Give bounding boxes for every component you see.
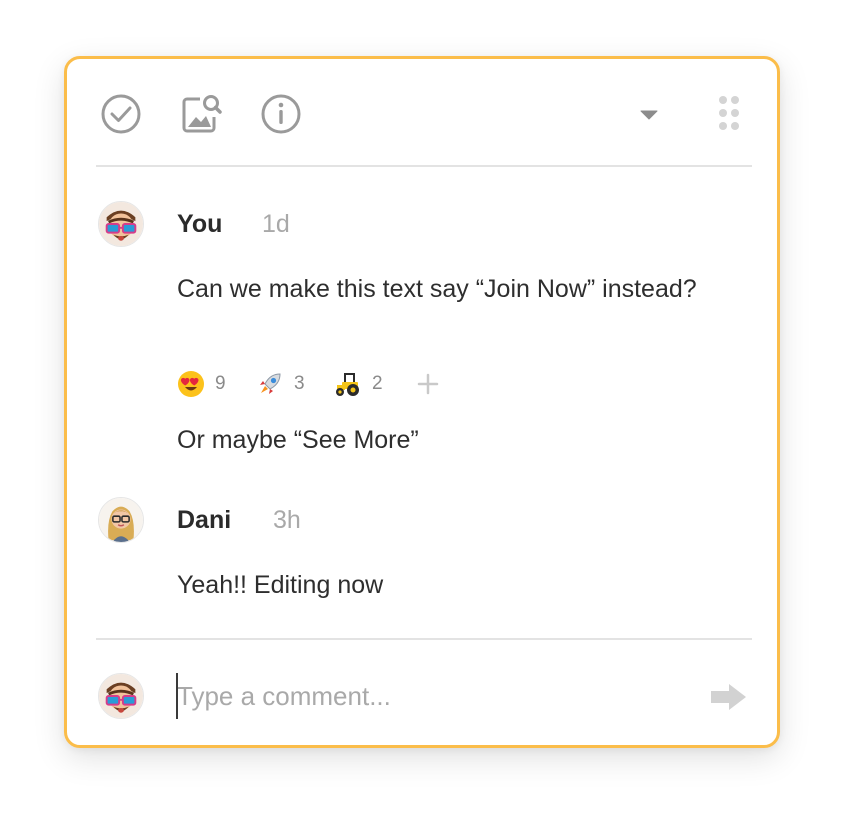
heart-eyes-emoji [178,371,204,397]
rocket-emoji [260,373,281,394]
comment-message: Can we make this text say “Join Now” ins… [177,275,697,303]
info-icon[interactable] [258,91,304,137]
comment-message: Or maybe “See More” [177,426,419,454]
comment-message: Yeah!! Editing now [177,571,384,599]
composer-avatar [98,673,144,719]
reaction-heart-eyes[interactable]: 9 [177,367,226,401]
reaction-count: 2 [372,373,383,394]
composer-divider [96,638,752,640]
drag-handle-icon[interactable] [706,91,752,137]
text-caret [176,673,178,719]
comment-toolbar [67,59,777,167]
comment-timestamp: 3h [273,506,301,534]
comment-input[interactable] [177,672,697,720]
reaction-count: 3 [294,373,305,394]
toolbar-divider [96,165,752,167]
reaction-rocket[interactable]: 3 [256,367,305,401]
image-search-icon[interactable] [178,91,224,137]
comment-card: You 1d Can we make this text say “Join N… [64,56,780,748]
resolve-check-icon[interactable] [98,91,144,137]
dropdown-caret-icon[interactable] [626,91,672,137]
add-reaction-icon[interactable] [413,369,443,399]
send-arrow-icon[interactable] [709,681,749,713]
avatar[interactable] [98,201,144,247]
avatar[interactable] [98,497,144,543]
reaction-tractor[interactable]: 2 [334,367,383,401]
comment-author: Dani [177,506,232,534]
tractor-emoji [336,373,359,396]
comment-author: You [177,210,223,238]
reaction-count: 9 [215,373,226,394]
comment-timestamp: 1d [262,210,290,238]
